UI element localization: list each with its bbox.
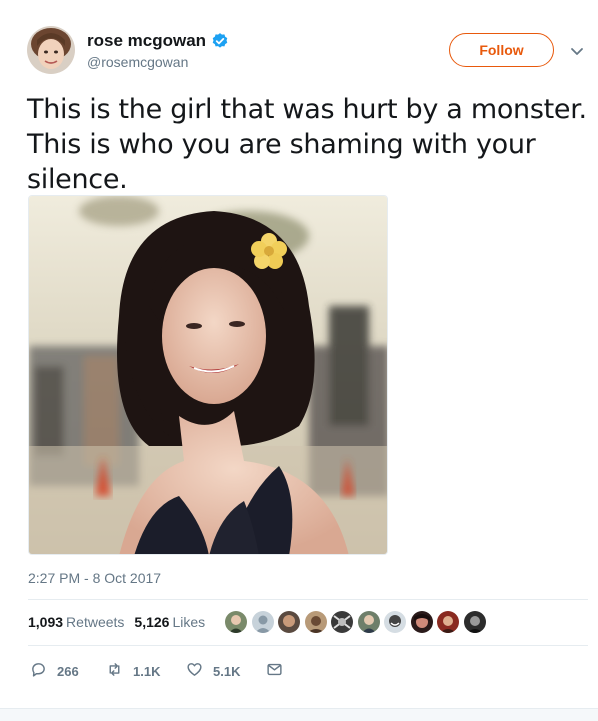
liker-avatars [225, 611, 490, 633]
reply-icon [30, 661, 47, 681]
likes-count: 5,126 [134, 614, 170, 630]
user-handle[interactable]: @rosemcgowan [87, 54, 188, 70]
reply-button[interactable]: 266 [30, 661, 106, 681]
retweet-icon [106, 661, 123, 681]
follow-button[interactable]: Follow [449, 33, 554, 67]
verified-badge-icon [211, 32, 229, 50]
tweet-text-line: This is who you are shaming with your [27, 129, 536, 160]
chevron-down-icon[interactable] [570, 44, 584, 55]
liker-avatar[interactable] [463, 611, 486, 633]
direct-message-icon [266, 661, 283, 681]
liker-avatar[interactable] [304, 611, 327, 633]
tweet-card: rose mcgowan @rosemcgowan Follow This is… [0, 0, 598, 721]
liker-avatar[interactable] [251, 611, 274, 633]
user-name-row[interactable]: rose mcgowan [87, 31, 229, 51]
reply-count: 266 [57, 663, 79, 679]
liker-avatar[interactable] [278, 611, 300, 633]
tweet-text-line: silence. [27, 164, 128, 195]
divider [28, 599, 588, 600]
liker-avatar[interactable] [357, 611, 380, 633]
tweet-timestamp[interactable]: 2:27 PM - 8 Oct 2017 [28, 570, 161, 586]
bottom-bar [0, 708, 598, 721]
tweet-text: This is the girl that was hurt by a mons… [27, 92, 587, 197]
retweets-label: Retweets [66, 614, 125, 630]
tweet-stats: 1,093 Retweets 5,126 Likes [28, 614, 215, 630]
like-button[interactable]: 5.1K [186, 661, 266, 681]
retweets-stat[interactable]: 1,093 Retweets [28, 614, 124, 630]
liker-avatar[interactable] [384, 611, 406, 633]
retweets-count: 1,093 [28, 614, 64, 630]
liker-avatar[interactable] [225, 611, 247, 633]
like-icon [186, 661, 203, 681]
retweet-button[interactable]: 1.1K [106, 661, 186, 681]
tweet-photo[interactable] [28, 195, 388, 555]
liker-avatar[interactable] [410, 611, 433, 633]
likes-stat[interactable]: 5,126 Likes [134, 614, 205, 630]
liker-avatar[interactable] [437, 611, 459, 633]
liker-avatar[interactable] [331, 611, 353, 633]
tweet-text-line: This is the girl that was hurt by a mons… [27, 94, 587, 125]
tweet-actions: 266 1.1K 5.1K [30, 661, 283, 681]
avatar[interactable] [27, 26, 75, 74]
like-count: 5.1K [213, 663, 241, 679]
display-name[interactable]: rose mcgowan [87, 31, 206, 51]
divider [28, 645, 588, 646]
likes-label: Likes [172, 614, 206, 630]
retweet-count: 1.1K [133, 663, 161, 679]
direct-message-button[interactable] [266, 661, 283, 681]
